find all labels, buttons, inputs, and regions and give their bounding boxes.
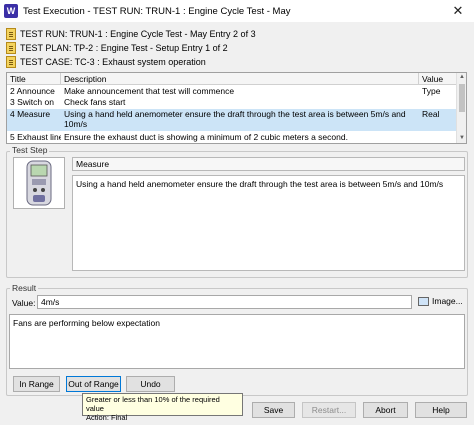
- table-header: Title Description Value Type: [7, 73, 457, 96]
- row-title: 4 Measure: [10, 109, 51, 119]
- steps-table[interactable]: Title Description Value Type 2 Announce …: [6, 72, 467, 144]
- table-row[interactable]: 3 Switch on Check fans start: [7, 97, 457, 108]
- table-row-selected[interactable]: 4 Measure Using a hand held anemometer e…: [7, 109, 457, 131]
- row-value-type: [419, 132, 457, 143]
- table-scrollbar[interactable]: ▲ ▼: [456, 73, 466, 143]
- step-name-field: Measure: [72, 157, 465, 171]
- help-button[interactable]: Help: [415, 402, 467, 418]
- test-case-label: TEST CASE: TC-3 : Exhaust system operati…: [20, 57, 206, 67]
- out-of-range-button[interactable]: Out of Range: [66, 376, 121, 392]
- test-step-group-label: Test Step: [10, 145, 50, 155]
- close-button[interactable]: ✕: [450, 3, 466, 19]
- step-description-field: Using a hand held anemometer ensure the …: [72, 175, 465, 271]
- test-run-info: TEST RUN: TRUN-1 : Engine Cycle Test - M…: [6, 27, 256, 41]
- scroll-down-icon[interactable]: ▼: [457, 134, 466, 143]
- window-title: Test Execution - TEST RUN: TRUN-1 : Engi…: [23, 5, 291, 17]
- in-range-button[interactable]: In Range: [13, 376, 60, 392]
- image-button[interactable]: Image...: [418, 296, 463, 306]
- table-row[interactable]: 5 Exhaust line Ensure the exhaust duct i…: [7, 132, 457, 143]
- row-value-type: [419, 97, 457, 108]
- abort-button[interactable]: Abort: [363, 402, 408, 418]
- table-row[interactable]: 2 Announce Make announcement that test w…: [7, 86, 457, 97]
- row-value-type: Real: [422, 109, 440, 119]
- test-plan-label: TEST PLAN: TP-2 : Engine Test - Setup En…: [20, 43, 228, 53]
- comment-textarea[interactable]: Fans are performing below expectation: [9, 314, 465, 369]
- value-input[interactable]: 4m/s: [37, 295, 412, 309]
- document-icon: [6, 56, 16, 68]
- image-button-label: Image...: [432, 296, 463, 306]
- row-title: 2 Announce: [10, 86, 55, 96]
- result-group-label: Result: [10, 283, 39, 293]
- value-label: Value:: [12, 298, 36, 308]
- save-button[interactable]: Save: [252, 402, 295, 418]
- document-icon: [6, 42, 16, 54]
- row-title: 3 Switch on: [10, 97, 54, 107]
- row-description: Check fans start: [64, 97, 126, 107]
- column-header-value-type[interactable]: Value Type: [419, 73, 457, 96]
- tooltip: Greater or less than 10% of the required…: [82, 393, 243, 422]
- step-image: [13, 157, 65, 209]
- title-bar: W Test Execution - TEST RUN: TRUN-1 : En…: [0, 0, 474, 22]
- row-description: Using a hand held anemometer ensure the …: [64, 109, 406, 129]
- row-description: Make announcement that test will commenc…: [64, 86, 235, 96]
- tooltip-line-1: Greater or less than 10% of the required…: [86, 395, 220, 413]
- test-plan-info: TEST PLAN: TP-2 : Engine Test - Setup En…: [6, 41, 228, 55]
- document-icon: [6, 28, 16, 40]
- test-run-label: TEST RUN: TRUN-1 : Engine Cycle Test - M…: [20, 29, 256, 39]
- tooltip-line-2: Action: Final: [86, 413, 128, 422]
- restart-button[interactable]: Restart...: [302, 402, 356, 418]
- app-icon: W: [4, 4, 18, 18]
- scroll-up-icon[interactable]: ▲: [457, 73, 466, 82]
- test-case-info: TEST CASE: TC-3 : Exhaust system operati…: [6, 55, 206, 69]
- undo-button[interactable]: Undo: [126, 376, 175, 392]
- anemometer-icon: [26, 160, 52, 206]
- scroll-thumb[interactable]: [459, 84, 465, 112]
- row-value-type: [419, 86, 457, 97]
- column-header-title[interactable]: Title: [7, 73, 61, 84]
- row-title: 5 Exhaust line: [10, 132, 61, 142]
- column-header-description[interactable]: Description: [61, 73, 419, 84]
- picture-icon: [418, 296, 429, 306]
- row-description: Ensure the exhaust duct is showing a min…: [64, 132, 348, 142]
